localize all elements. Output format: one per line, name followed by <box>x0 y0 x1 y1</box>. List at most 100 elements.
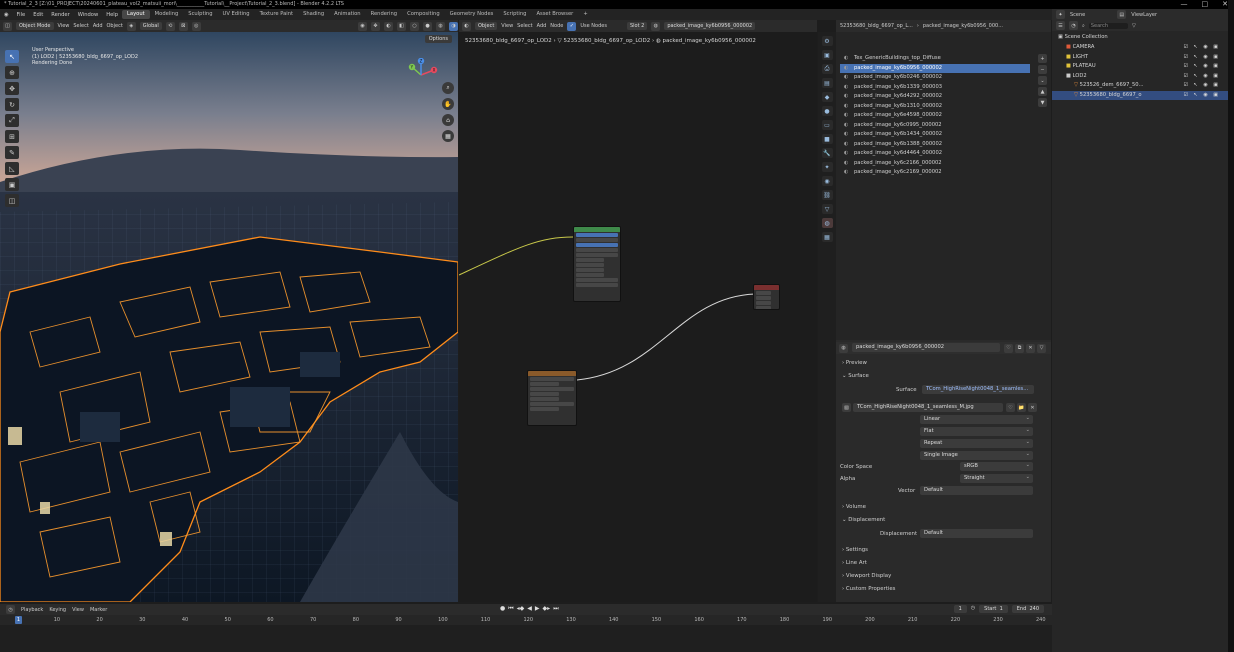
outliner-row[interactable]: ■ PLATEAU ☑ ↖ ◉ ▣ <box>1052 62 1228 72</box>
displacement-input-field[interactable]: Default <box>920 529 1033 538</box>
remove-slot-icon[interactable]: − <box>1038 65 1047 74</box>
outliner-filter-icon[interactable]: ▽ <box>1132 23 1136 29</box>
view-layer-icon[interactable]: ▤ <box>1117 10 1127 19</box>
jump-end-icon[interactable]: ⏭ <box>553 605 558 613</box>
image-list-item[interactable]: packed_image_ky6c2166_000002 <box>840 159 1030 169</box>
particles-tab-icon[interactable]: ✦ <box>821 162 833 172</box>
tab-uv-editing[interactable]: UV Editing <box>218 10 255 19</box>
orientation-selector[interactable]: Global <box>139 22 162 30</box>
scale-tool-icon[interactable]: ⤢ <box>5 114 19 127</box>
shading-rendered-icon[interactable]: ◑ <box>449 21 458 31</box>
visibility-toggles-icon[interactable]: ☑ ↖ ◉ ▣ <box>1183 81 1220 91</box>
viewport-menu-add[interactable]: Add <box>93 23 103 29</box>
image-name-field[interactable]: TCom_HighRiseNight0048_1_seamless_M.jpg <box>853 403 1003 412</box>
tab-animation[interactable]: Animation <box>329 10 365 19</box>
principled-bsdf-node[interactable] <box>573 226 621 302</box>
cursor-tool-icon[interactable]: ⊕ <box>5 66 19 79</box>
view-layer-tab-icon[interactable]: ▤ <box>821 78 833 88</box>
minimize-button[interactable]: — <box>1181 0 1188 9</box>
image-open-folder-icon[interactable]: 📁 <box>1017 403 1026 412</box>
scene-tab-icon[interactable]: ◆ <box>821 92 833 102</box>
proportional-edit-icon[interactable]: ◎ <box>191 21 201 31</box>
tab-scripting[interactable]: Scripting <box>498 10 531 19</box>
pivot-icon[interactable]: ⟲ <box>165 21 175 31</box>
tab-sculpting[interactable]: Sculpting <box>183 10 217 19</box>
move-down-icon[interactable]: ▼ <box>1038 98 1047 107</box>
tab-geometry-nodes[interactable]: Geometry Nodes <box>445 10 499 19</box>
visibility-toggles-icon[interactable]: ☑ ↖ ◉ ▣ <box>1183 91 1220 101</box>
move-tool-icon[interactable]: ✥ <box>5 82 19 95</box>
image-list-item[interactable]: packed_image_ky6b1388_000002 <box>840 140 1030 150</box>
maximize-button[interactable]: □ <box>1202 0 1209 9</box>
timeline-menu-view[interactable]: View <box>72 607 84 613</box>
unlink-icon[interactable]: ✕ <box>1026 343 1035 353</box>
scene-collection-row[interactable]: ▣ Scene Collection <box>1052 33 1228 43</box>
image-fake-user-icon[interactable]: ♡ <box>1006 403 1015 412</box>
projection-dropdown[interactable]: Flat <box>920 427 1033 436</box>
ortho-grid-icon[interactable]: ▦ <box>442 130 454 142</box>
play-icon[interactable]: ▶ <box>535 605 540 613</box>
physics-tab-icon[interactable]: ◉ <box>821 176 833 186</box>
image-texture-node[interactable] <box>527 370 577 426</box>
filter-mode-icon[interactable]: ◔ <box>1069 21 1078 30</box>
frame-ruler[interactable]: 1102030405060708090100110120130140150160… <box>0 615 1052 625</box>
playhead[interactable]: 1 <box>15 616 22 624</box>
scene-icon[interactable]: ✦ <box>1056 10 1065 19</box>
surface-section-header[interactable]: ⌄ Surface <box>836 370 1051 382</box>
world-tab-icon[interactable]: ● <box>821 106 833 116</box>
menu-window[interactable]: Window <box>74 12 102 18</box>
collection-tab-icon[interactable]: ▭ <box>821 120 833 130</box>
image-list-item[interactable]: Tex_GenericBuildings_top_Diffuse <box>840 54 1030 64</box>
start-frame-field[interactable]: Start 1 <box>979 605 1008 613</box>
material-tab-icon[interactable]: ◍ <box>821 218 833 228</box>
gis-icon[interactable]: ◈ <box>126 21 136 31</box>
render-tab-icon[interactable]: ▣ <box>821 50 833 60</box>
outliner-row[interactable]: ■ CAMERA ☑ ↖ ◉ ▣ <box>1052 43 1228 53</box>
node-menu-add[interactable]: Add <box>537 23 547 29</box>
material-output-node[interactable] <box>753 284 780 310</box>
image-list-item[interactable]: packed_image_ky6b0956_000002 <box>840 63 1030 73</box>
shading-solid-icon[interactable]: ● <box>423 21 432 31</box>
timeline-type-icon[interactable]: ◷ <box>6 605 15 614</box>
duplicate-icon[interactable]: ⧉ <box>1015 343 1024 353</box>
visibility-toggles-icon[interactable]: ☑ ↖ ◉ ▣ <box>1183 72 1220 82</box>
tab-layout[interactable]: Layout <box>122 10 150 19</box>
node-menu-view[interactable]: View <box>501 23 513 29</box>
extension-dropdown[interactable]: Repeat <box>920 439 1033 448</box>
node-editor-canvas[interactable]: 52353680_bldg_6697_op_LOD2 › ▽ 52353680_… <box>459 32 817 602</box>
visibility-icon[interactable]: ◉ <box>358 21 367 31</box>
data-tab-icon[interactable]: ▽ <box>821 204 833 214</box>
preview-section-header[interactable]: › Preview <box>836 357 1051 369</box>
xray-icon[interactable]: ◧ <box>397 21 406 31</box>
constraints-tab-icon[interactable]: ⛓ <box>821 190 833 200</box>
outliner-row[interactable]: ▽ 52353680_bldg_6697_o ☑ ↖ ◉ ▣ <box>1052 90 1228 101</box>
material-browse-icon[interactable]: ◍ <box>839 343 848 353</box>
scene-name[interactable]: Scene <box>1070 12 1085 18</box>
jump-start-icon[interactable]: ⏮ <box>508 605 513 613</box>
displacement-section-header[interactable]: ⌄ Displacement <box>836 514 1051 526</box>
material-name-input[interactable]: packed_image_ky6b0956_000002 <box>852 343 1000 352</box>
menu-edit[interactable]: Edit <box>29 12 47 18</box>
image-list-item[interactable]: packed_image_ky6d4464_000002 <box>840 149 1030 159</box>
tab-texture-paint[interactable]: Texture Paint <box>255 10 298 19</box>
timeline-area[interactable]: 1102030405060708090100110120130140150160… <box>0 615 1052 652</box>
custom-properties-section-header[interactable]: › Custom Properties <box>836 583 1051 595</box>
shader-type-selector[interactable]: Object <box>475 22 498 30</box>
image-list-item[interactable]: packed_image_ky6e4598_000002 <box>840 111 1030 121</box>
use-nodes-checkbox[interactable]: ✓ <box>567 21 577 31</box>
view-layer-name[interactable]: ViewLayer <box>1131 12 1157 18</box>
image-list-item[interactable]: packed_image_ky6b1434_000002 <box>840 130 1030 140</box>
node-menu-node[interactable]: Node <box>550 23 563 29</box>
image-list-item[interactable]: packed_image_ky6c0995_000002 <box>840 121 1030 131</box>
add-cube-tool-icon[interactable]: ▣ <box>5 178 19 191</box>
axis-gizmo[interactable]: X Y Z <box>404 58 438 92</box>
options-button[interactable]: Options <box>424 35 452 43</box>
outliner-type-icon[interactable]: ☰ <box>1056 21 1065 30</box>
outliner-row[interactable]: ▽ 523526_dem_6697_50... ☑ ↖ ◉ ▣ <box>1052 81 1228 91</box>
output-tab-icon[interactable]: ⎙ <box>821 64 833 74</box>
tab-rendering[interactable]: Rendering <box>366 10 403 19</box>
outliner-search-input[interactable]: Search <box>1088 22 1128 29</box>
move-up-icon[interactable]: ▲ <box>1038 87 1047 96</box>
shading-material-icon[interactable]: ◍ <box>436 21 445 31</box>
shading-wire-icon[interactable]: ○ <box>410 21 419 31</box>
